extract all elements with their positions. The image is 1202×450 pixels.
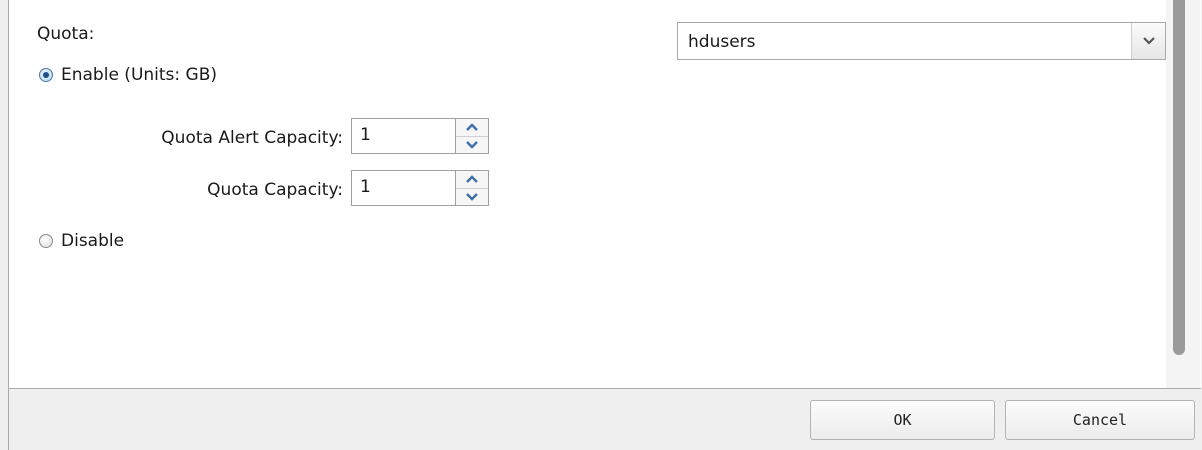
disable-radio-label: Disable	[61, 231, 125, 251]
cancel-button[interactable]: Cancel	[1005, 400, 1195, 440]
ok-button[interactable]: OK	[810, 400, 995, 440]
chevron-up-icon[interactable]	[456, 171, 488, 189]
quota-title: Quota:	[37, 24, 95, 44]
chevron-down-icon[interactable]	[1131, 23, 1165, 59]
enable-radio-label: Enable (Units: GB)	[61, 65, 218, 85]
enable-radio[interactable]	[39, 68, 53, 82]
chevron-up-icon[interactable]	[456, 119, 488, 137]
chevron-down-icon[interactable]	[456, 189, 488, 206]
quota-settings-panel: Quota: Enable (Units: GB) Quota Alert Ca…	[9, 0, 1201, 389]
disable-radio[interactable]	[39, 234, 53, 248]
stepper-buttons	[455, 118, 489, 154]
quota-capacity-label: Quota Capacity:	[207, 180, 343, 200]
stepper-buttons	[455, 170, 489, 206]
group-select-value: hdusers	[688, 32, 756, 52]
quota-capacity-stepper[interactable]: 1	[351, 170, 489, 206]
quota-capacity-input[interactable]: 1	[351, 170, 455, 206]
quota-alert-capacity-stepper[interactable]: 1	[351, 118, 489, 154]
disable-radio-option[interactable]: Disable	[39, 231, 124, 251]
group-select[interactable]: hdusers	[677, 22, 1166, 60]
chevron-down-icon[interactable]	[456, 137, 488, 154]
quota-alert-capacity-label: Quota Alert Capacity:	[161, 128, 343, 148]
enable-radio-option[interactable]: Enable (Units: GB)	[39, 65, 217, 85]
scrollbar-thumb[interactable]	[1173, 0, 1185, 355]
quota-alert-capacity-input[interactable]: 1	[351, 118, 455, 154]
